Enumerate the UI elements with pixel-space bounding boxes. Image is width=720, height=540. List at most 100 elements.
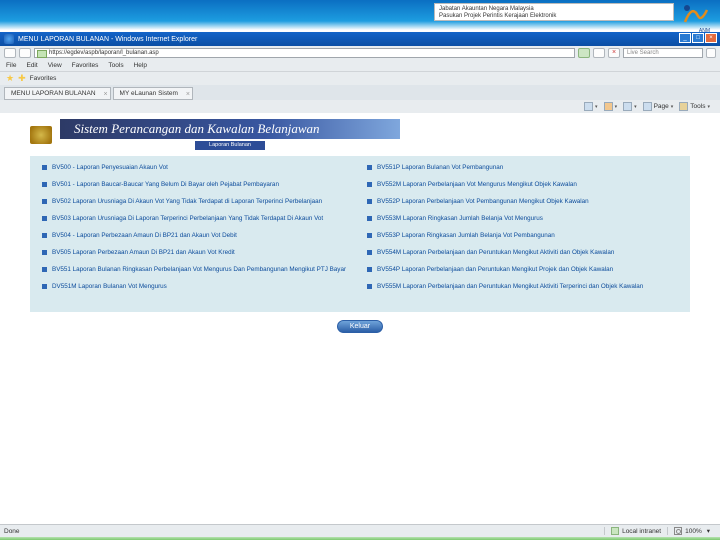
address-bar[interactable]: https://egdev/aspb/laporan/l_bulanan.asp [34,48,575,58]
tab-1[interactable]: MENU LAPORAN BULANAN × [4,87,111,100]
status-zoom[interactable]: 100%▾ [667,527,716,535]
bullet-icon [367,165,372,170]
forward-button[interactable] [19,48,31,58]
ie-command-bar: ▾ ▾ ▾ Page▾ Tools▾ [0,100,720,113]
report-link-l-4[interactable]: BV504 - Laporan Perbezaan Amaun Di BP21 … [42,232,353,240]
menu-edit[interactable]: Edit [26,62,37,69]
tools-menu[interactable]: Tools▾ [679,102,710,111]
tab-2-label: MY eLaunan Sistem [120,90,178,97]
status-text: Done [4,528,20,535]
bullet-icon [367,284,372,289]
bullet-icon [367,250,372,255]
bullet-icon [42,284,47,289]
report-link-label[interactable]: BV505 Laporan Perbezaan Amaun Di BP21 da… [52,249,235,257]
status-zone: Local intranet [604,527,667,535]
refresh-button[interactable] [593,48,605,58]
report-link-r-4[interactable]: BV553P Laporan Ringkasan Jumlah Belanja … [367,232,678,240]
tab-1-label: MENU LAPORAN BULANAN [11,90,96,97]
report-link-label[interactable]: BV551 Laporan Bulanan Ringkasan Perbelan… [52,266,346,274]
tab-1-close-icon[interactable]: × [103,89,107,100]
menu-favorites[interactable]: Favorites [72,62,99,69]
report-link-l-2[interactable]: BV502 Laporan Urusniaga Di Akaun Vot Yan… [42,198,353,206]
bullet-icon [42,182,47,187]
page-menu[interactable]: Page▾ [643,102,674,111]
report-link-l-1[interactable]: BV501 - Laporan Baucar-Baucar Yang Belum… [42,181,353,189]
report-link-label[interactable]: BV503 Laporan Urusniaga Di Laporan Terpe… [52,215,323,223]
report-link-r-0[interactable]: BV551P Laporan Bulanan Vot Pembangunan [367,164,678,172]
ie-nav-row: https://egdev/aspb/laporan/l_bulanan.asp… [0,46,720,60]
tab-2-close-icon[interactable]: × [186,89,190,100]
menu-file[interactable]: File [6,62,16,69]
zone-icon [611,527,619,535]
home-icon [584,102,593,111]
report-link-l-3[interactable]: BV503 Laporan Urusniaga Di Laporan Terpe… [42,215,353,223]
add-favorite-icon[interactable]: ✚ [18,73,26,84]
feeds-icon [604,102,613,111]
report-link-label[interactable]: BV553P Laporan Ringkasan Jumlah Belanja … [377,232,555,240]
favorites-label[interactable]: Favorites [30,75,57,82]
report-link-l-5[interactable]: BV505 Laporan Perbezaan Amaun Di BP21 da… [42,249,353,257]
ie-menubar: File Edit View Favorites Tools Help [0,60,720,71]
report-link-r-1[interactable]: BV552M Laporan Perbelanjaan Vot Mengurus… [367,181,678,189]
print-button[interactable]: ▾ [623,102,637,111]
report-link-l-6[interactable]: BV551 Laporan Bulanan Ringkasan Perbelan… [42,266,353,274]
ie-status-bar: Done Local intranet 100%▾ [0,524,720,537]
report-link-r-5[interactable]: BV554M Laporan Perbelanjaan dan Peruntuk… [367,249,678,257]
feeds-button[interactable]: ▾ [604,102,618,111]
report-link-r-7[interactable]: BV555M Laporan Perbelanjaan dan Peruntuk… [367,283,678,291]
bullet-icon [42,199,47,204]
report-link-r-6[interactable]: BV554P Laporan Perbelanjaan dan Peruntuk… [367,266,678,274]
report-link-label[interactable]: BV554P Laporan Perbelanjaan dan Peruntuk… [377,266,613,274]
search-go-button[interactable] [706,48,716,58]
tab-2[interactable]: MY eLaunan Sistem × [113,87,193,100]
report-link-label[interactable]: BV551P Laporan Bulanan Vot Pembangunan [377,164,503,172]
search-box[interactable]: Live Search [623,48,703,58]
stop-button[interactable]: × [608,48,620,58]
home-button[interactable]: ▾ [584,102,598,111]
report-link-l-0[interactable]: BV500 - Laporan Penyesuaian Akaun Vot [42,164,353,172]
ie-favorites-bar: ★ ✚ Favorites [0,71,720,85]
menu-tools[interactable]: Tools [108,62,123,69]
report-link-r-3[interactable]: BV553M Laporan Ringkasan Jumlah Belanja … [367,215,678,223]
keluar-button[interactable]: Keluar [337,320,383,333]
report-link-label[interactable]: BV553M Laporan Ringkasan Jumlah Belanja … [377,215,543,223]
ie-tabstrip: MENU LAPORAN BULANAN × MY eLaunan Sistem… [0,85,720,100]
ie-icon [4,34,14,44]
ag-logo: ANM [680,2,710,26]
report-link-label[interactable]: BV555M Laporan Perbelanjaan dan Peruntuk… [377,283,643,291]
report-link-label[interactable]: BV554M Laporan Perbelanjaan dan Peruntuk… [377,249,614,257]
report-link-label[interactable]: BV552P Laporan Perbelanjaan Vot Pembangu… [377,198,589,206]
bullet-icon [42,267,47,272]
window-title: MENU LAPORAN BULANAN - Windows Internet … [18,36,197,43]
report-col-right: BV551P Laporan Bulanan Vot Pembangunan BV… [367,164,678,300]
back-button[interactable] [4,48,16,58]
favorites-star-icon[interactable]: ★ [6,73,14,84]
go-button[interactable] [578,48,590,58]
report-link-label[interactable]: DV551M Laporan Bulanan Vot Mengurus [52,283,167,291]
org-header: Jabatan Akauntan Negara Malaysia Pasukan… [0,0,720,30]
report-link-label[interactable]: BV552M Laporan Perbelanjaan Vot Mengurus… [377,181,577,189]
report-link-r-2[interactable]: BV552P Laporan Perbelanjaan Vot Pembangu… [367,198,678,206]
bullet-icon [42,233,47,238]
bullet-icon [42,165,47,170]
report-link-label[interactable]: BV502 Laporan Urusniaga Di Akaun Vot Yan… [52,198,322,206]
org-line2: Pasukan Projek Perintis Kerajaan Elektro… [439,13,669,20]
close-button[interactable]: × [705,33,717,43]
bullet-icon [367,267,372,272]
report-link-label[interactable]: BV504 - Laporan Perbezaan Amaun Di BP21 … [52,232,237,240]
report-link-label[interactable]: BV500 - Laporan Penyesuaian Akaun Vot [52,164,168,172]
minimize-button[interactable]: _ [679,33,691,43]
maximize-button[interactable]: □ [692,33,704,43]
bullet-icon [367,199,372,204]
window-titlebar: MENU LAPORAN BULANAN - Windows Internet … [0,32,720,46]
bullet-icon [42,250,47,255]
report-link-label[interactable]: BV501 - Laporan Baucar-Baucar Yang Belum… [52,181,279,189]
menu-view[interactable]: View [48,62,62,69]
system-banner: Sistem Perancangan dan Kawalan Belanjawa… [60,119,400,139]
menu-help[interactable]: Help [134,62,147,69]
print-icon [623,102,632,111]
report-link-l-7[interactable]: DV551M Laporan Bulanan Vot Mengurus [42,283,353,291]
report-col-left: BV500 - Laporan Penyesuaian Akaun Vot BV5… [42,164,353,300]
page-icon [643,102,652,111]
bullet-icon [367,233,372,238]
